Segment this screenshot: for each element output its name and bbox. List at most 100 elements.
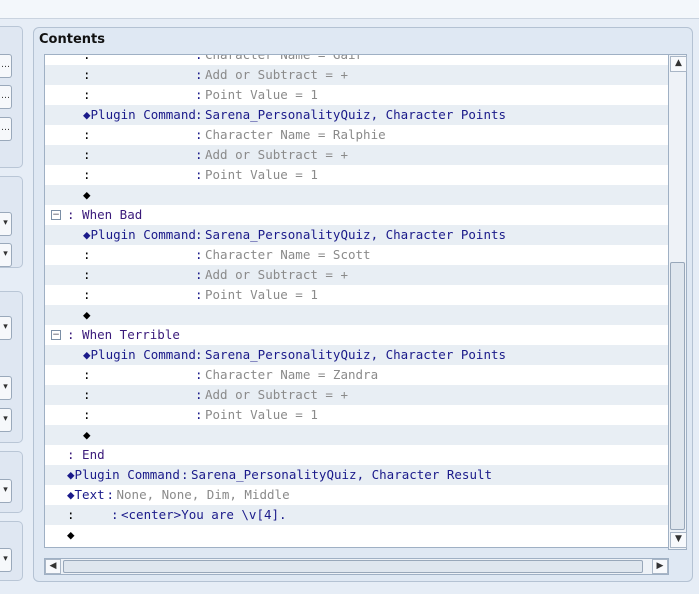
event-row-separator: :	[181, 467, 189, 482]
event-row[interactable]: : End	[45, 445, 668, 465]
event-row[interactable]: −: When Terrible	[45, 325, 668, 345]
event-row-label: ◆	[67, 527, 75, 542]
event-row-separator: :	[195, 267, 203, 282]
event-row[interactable]: ◆	[45, 525, 668, 545]
event-row-separator: :	[195, 87, 203, 102]
dropdown-button-3[interactable]: ▾	[0, 316, 12, 340]
event-command-list[interactable]: :: Character Name = Gair:: Add or Subtract…	[44, 54, 669, 548]
event-row-value: Sarena_PersonalityQuiz, Character Result	[191, 467, 493, 482]
scroll-left-button[interactable]: ◀	[45, 559, 61, 574]
left-group-3: ▾ ▾ ▾	[0, 291, 23, 443]
event-row[interactable]: :: Character Name = Scott	[45, 245, 668, 265]
event-row-value: Add or Subtract = +	[205, 147, 348, 162]
event-row-label: : When Terrible	[67, 327, 180, 342]
event-row[interactable]: :: Add or Subtract = +	[45, 265, 668, 285]
dropdown-button-7[interactable]: ▾	[0, 548, 12, 572]
left-group-2: ▾ ▾	[0, 176, 23, 268]
scroll-down-button[interactable]: ▼	[670, 532, 687, 548]
event-row-label: :	[83, 127, 91, 142]
event-row-value: Point Value = 1	[205, 87, 318, 102]
event-row-value: Sarena_PersonalityQuiz, Character Points	[205, 227, 507, 242]
contents-panel: Contents :: Character Name = Gair:: Add or…	[33, 27, 693, 582]
dropdown-button-1[interactable]: ▾	[0, 212, 12, 236]
fold-toggle[interactable]: −	[51, 330, 61, 340]
event-row-value: Sarena_PersonalityQuiz, Character Points	[205, 107, 507, 122]
ellipsis-button-1[interactable]: …	[0, 54, 12, 78]
event-row[interactable]: :: Character Name = Ralphie	[45, 125, 668, 145]
event-row[interactable]: −: When Bad	[45, 205, 668, 225]
vertical-scrollbar[interactable]: ▲ ▼	[668, 54, 687, 550]
event-row-label: ◆Plugin Command	[67, 467, 180, 482]
event-row-label: :	[83, 54, 91, 62]
event-row[interactable]: :: Add or Subtract = +	[45, 145, 668, 165]
event-row[interactable]: ◆Plugin Command: Sarena_PersonalityQuiz, …	[45, 225, 668, 245]
event-row[interactable]: :: Point Value = 1	[45, 85, 668, 105]
event-row-separator: :	[195, 387, 203, 402]
event-row-label: ◆	[83, 187, 91, 202]
event-row-value: Character Name = Zandra	[205, 367, 379, 382]
event-row[interactable]: ◆	[45, 425, 668, 445]
scroll-up-button[interactable]: ▲	[670, 56, 687, 72]
horizontal-scroll-thumb[interactable]	[63, 560, 643, 573]
event-row-value: Character Name = Ralphie	[205, 127, 386, 142]
event-row[interactable]: :: Point Value = 1	[45, 165, 668, 185]
event-row-label: : End	[67, 447, 105, 462]
event-row-label: :	[83, 407, 91, 422]
event-row-label: :	[83, 267, 91, 282]
event-row[interactable]: ◆Plugin Command: Sarena_PersonalityQuiz, …	[45, 105, 668, 125]
event-row-value: Character Name = Scott	[205, 247, 371, 262]
event-row[interactable]: ◆Plugin Command: Sarena_PersonalityQuiz, …	[45, 465, 668, 485]
left-property-strip: … … … ▾ ▾ ▾ ▾ ▾ ▾ ▾	[0, 26, 24, 586]
event-row-label: ◆	[83, 307, 91, 322]
event-row[interactable]: :: Character Name = Gair	[45, 54, 668, 65]
event-row[interactable]: :: <center>You are \v[4].	[45, 505, 668, 525]
event-row-value: <center>You are \v[4].	[121, 507, 287, 522]
event-row-separator: :	[195, 367, 203, 382]
dropdown-button-2[interactable]: ▾	[0, 243, 12, 267]
event-row-label: :	[83, 147, 91, 162]
event-row-separator: :	[195, 147, 203, 162]
event-row-separator: :	[195, 287, 203, 302]
event-row-separator: :	[111, 507, 119, 522]
event-row-value: Sarena_PersonalityQuiz, Character Points	[205, 347, 507, 362]
event-row-label: ◆Text	[67, 487, 105, 502]
event-row-separator: :	[195, 127, 203, 142]
vertical-scroll-thumb[interactable]	[670, 262, 685, 530]
event-row-separator: :	[195, 54, 203, 62]
event-row-value: Add or Subtract = +	[205, 67, 348, 82]
event-row-separator: :	[195, 407, 203, 422]
left-group-1: … … …	[0, 26, 23, 168]
event-row-label: : When Bad	[67, 207, 143, 222]
ellipsis-button-2[interactable]: …	[0, 85, 12, 109]
event-row-value: Point Value = 1	[205, 167, 318, 182]
dropdown-button-5[interactable]: ▾	[0, 408, 12, 432]
event-row-label: ◆Plugin Command	[83, 347, 196, 362]
event-row[interactable]: ◆	[45, 185, 668, 205]
event-row-label: ◆	[83, 427, 91, 442]
event-row[interactable]: :: Add or Subtract = +	[45, 65, 668, 85]
event-row[interactable]: :: Add or Subtract = +	[45, 385, 668, 405]
panel-title: Contents	[39, 32, 105, 47]
ellipsis-button-3[interactable]: …	[0, 117, 12, 141]
fold-toggle[interactable]: −	[51, 210, 61, 220]
dropdown-button-4[interactable]: ▾	[0, 376, 12, 400]
event-row-label: :	[83, 87, 91, 102]
event-row-value: Add or Subtract = +	[205, 267, 348, 282]
event-row-value: Character Name = Gair	[205, 54, 364, 62]
top-toolbar	[0, 0, 699, 19]
event-row-separator: :	[195, 107, 203, 122]
event-row[interactable]: ◆Plugin Command: Sarena_PersonalityQuiz, …	[45, 345, 668, 365]
event-row[interactable]: :: Point Value = 1	[45, 405, 668, 425]
horizontal-scrollbar[interactable]: ◀ ▶	[44, 558, 669, 575]
event-row-value: Add or Subtract = +	[205, 387, 348, 402]
scroll-right-button[interactable]: ▶	[652, 559, 668, 574]
event-row-label: ◆Plugin Command	[83, 107, 196, 122]
event-row-value: Point Value = 1	[205, 287, 318, 302]
left-group-4: ▾	[0, 451, 23, 513]
event-row-value: None, None, Dim, Middle	[116, 487, 290, 502]
event-row[interactable]: :: Point Value = 1	[45, 285, 668, 305]
dropdown-button-6[interactable]: ▾	[0, 479, 12, 503]
event-row[interactable]: ◆	[45, 305, 668, 325]
event-row[interactable]: ◆Text: None, None, Dim, Middle	[45, 485, 668, 505]
event-row[interactable]: :: Character Name = Zandra	[45, 365, 668, 385]
